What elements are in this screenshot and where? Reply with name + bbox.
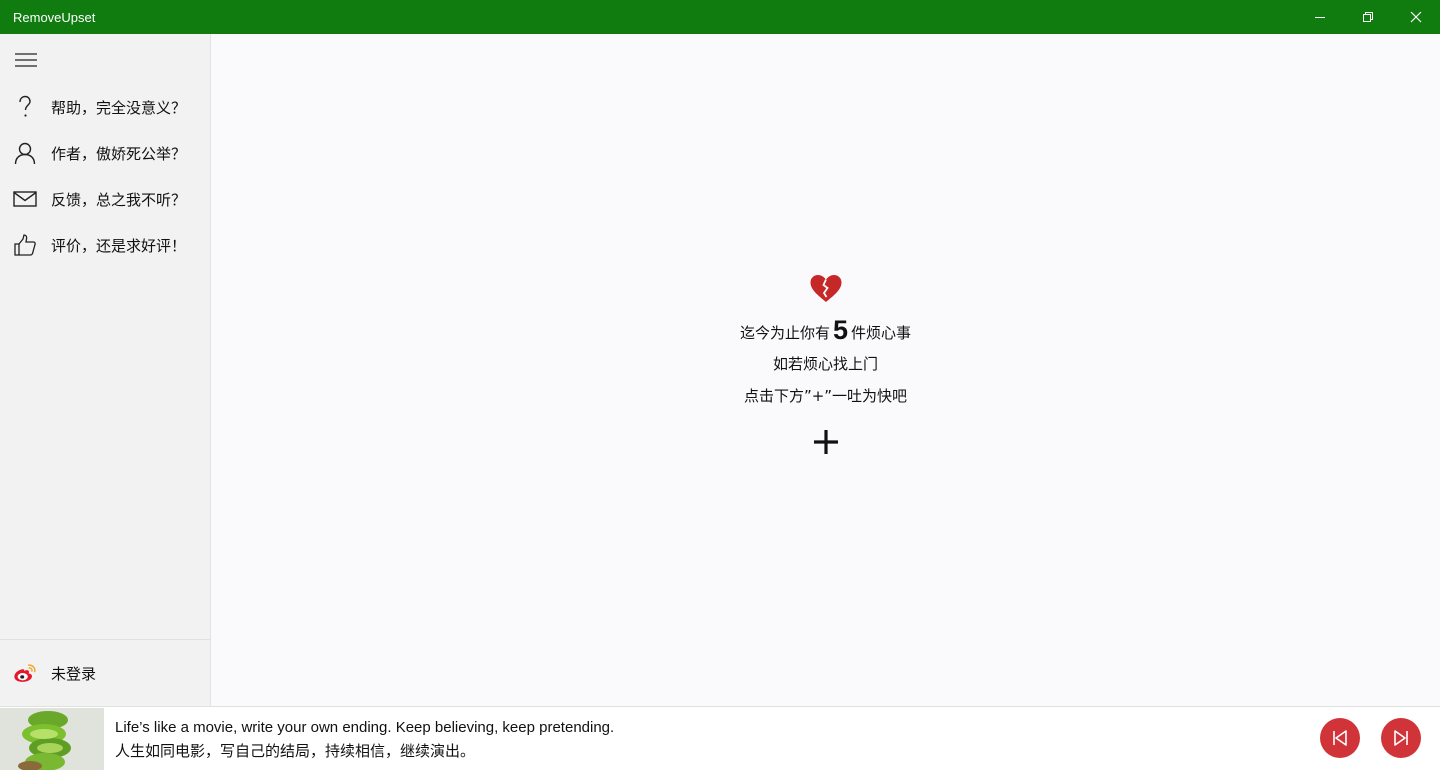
- sidebar-item-feedback[interactable]: 反馈，总之我不听？: [0, 179, 210, 219]
- summary-block: 迄今为止你有 5 件烦心事 如若烦心找上门 点击下方”+”一吐为快吧: [211, 274, 1440, 460]
- thumbs-up-icon: [13, 233, 37, 257]
- prompt-line-2: 点击下方”+”一吐为快吧: [743, 387, 908, 405]
- minimize-icon: [1315, 17, 1325, 18]
- sidebar-item-label: 反馈，总之我不听？: [51, 190, 187, 209]
- sidebar-item-label: 作者，傲娇死公举？: [51, 144, 187, 163]
- sidebar-divider: [0, 639, 210, 640]
- quote-english: Life’s like a movie, write your own endi…: [115, 719, 615, 736]
- hamburger-button[interactable]: [14, 52, 38, 68]
- add-button[interactable]: [812, 428, 840, 456]
- login-item[interactable]: 未登录: [0, 653, 210, 693]
- bottom-bar: Life’s like a movie, write your own endi…: [0, 706, 1440, 771]
- mail-icon: [13, 187, 37, 211]
- window-title: RemoveUpset: [13, 9, 96, 25]
- close-button[interactable]: [1392, 0, 1440, 34]
- upset-count: 5: [832, 315, 849, 345]
- weibo-icon: [13, 661, 37, 685]
- sidebar-item-author[interactable]: 作者，傲娇死公举？: [0, 133, 210, 173]
- prompt-line-1: 如若烦心找上门: [772, 355, 878, 373]
- restore-icon: [1363, 12, 1373, 22]
- skip-previous-icon: [1333, 730, 1347, 746]
- sidebar-item-label: 评价，还是求好评！: [51, 236, 187, 255]
- count-suffix: 件烦心事: [851, 324, 912, 342]
- quote-chinese: 人生如同电影，写自己的结局，持续相信，继续演出。: [115, 742, 476, 760]
- next-quote-button[interactable]: [1381, 718, 1421, 758]
- broken-heart-icon: [809, 274, 843, 304]
- restore-button[interactable]: [1344, 0, 1392, 34]
- count-prefix: 迄今为止你有: [739, 324, 830, 342]
- skip-next-icon: [1394, 730, 1408, 746]
- sidebar-item-rate[interactable]: 评价，还是求好评！: [0, 225, 210, 265]
- hamburger-icon: [15, 53, 37, 67]
- previous-quote-button[interactable]: [1320, 718, 1360, 758]
- sidebar: 帮助，完全没意义？ 作者，傲娇死公举？ 反馈，总之我不听？ 评价，还是求好评！: [0, 34, 211, 706]
- person-icon: [13, 141, 37, 165]
- login-label: 未登录: [51, 664, 97, 683]
- close-icon: [1410, 11, 1422, 23]
- minimize-button[interactable]: [1296, 0, 1344, 34]
- quote-thumbnail: [0, 708, 104, 770]
- sidebar-item-help[interactable]: 帮助，完全没意义？: [0, 87, 210, 127]
- main-content: 迄今为止你有 5 件烦心事 如若烦心找上门 点击下方”+”一吐为快吧: [211, 34, 1440, 706]
- count-line: 迄今为止你有 5 件烦心事: [211, 312, 1440, 348]
- title-bar: RemoveUpset: [0, 0, 1440, 34]
- plus-icon: [813, 430, 838, 454]
- sidebar-item-label: 帮助，完全没意义？: [51, 98, 187, 117]
- question-icon: [13, 95, 37, 119]
